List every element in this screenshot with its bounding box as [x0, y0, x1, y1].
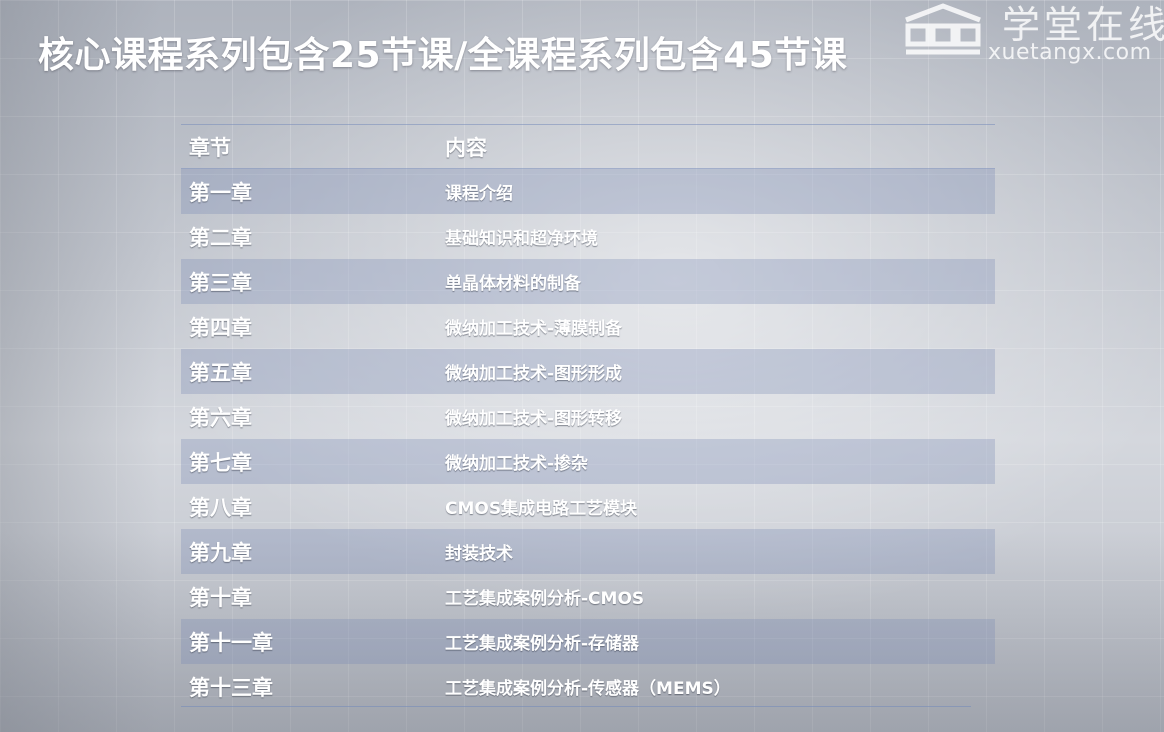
table-row: 第四章 微纳加工技术-薄膜制备 [181, 304, 995, 349]
content-cell: 工艺集成案例分析-存储器 [445, 634, 640, 654]
table-row: 第十章 工艺集成案例分析-CMOS [181, 574, 995, 619]
content-cell: CMOS集成电路工艺模块 [445, 499, 638, 519]
chapter-cell: 第十一章 [189, 630, 273, 655]
table-row: 第一章 课程介绍 [181, 169, 995, 214]
chapter-cell: 第六章 [189, 405, 252, 430]
xuetangx-logo-icon [905, 3, 981, 55]
table-bottom-line [181, 706, 971, 707]
chapter-cell: 第七章 [189, 450, 252, 475]
content-cell: 基础知识和超净环境 [445, 229, 598, 249]
table-body: 第一章 课程介绍 第二章 基础知识和超净环境 第三章 单晶体材料的制备 第四章 微纳加工技术-… [181, 169, 995, 709]
content-cell: 封装技术 [445, 544, 513, 564]
table-row: 第六章 微纳加工技术-图形转移 [181, 394, 995, 439]
chapter-cell: 第五章 [189, 360, 252, 385]
slide-title: 核心课程系列包含25节课/全课程系列包含45节课 [38, 35, 848, 76]
table-row: 第十一章 工艺集成案例分析-存储器 [181, 619, 995, 664]
content-cell: 微纳加工技术-图形转移 [445, 409, 623, 429]
watermark-url: xuetangx.com [988, 40, 1152, 65]
chapter-cell: 第八章 [189, 495, 252, 520]
content-cell: 工艺集成案例分析-传感器（MEMS） [445, 679, 731, 699]
chapter-cell: 第三章 [189, 270, 252, 295]
chapter-cell: 第九章 [189, 540, 252, 565]
table-row: 第三章 单晶体材料的制备 [181, 259, 995, 304]
chapter-table: 章节 内容 第一章 课程介绍 第二章 基础知识和超净环境 第三章 单晶体材料的制备 第四章微… [181, 124, 995, 709]
content-cell: 微纳加工技术-图形形成 [445, 364, 623, 384]
chapter-cell: 第一章 [189, 180, 252, 205]
table-row: 第十三章 工艺集成案例分析-传感器（MEMS） [181, 664, 995, 709]
table-row: 第五章 微纳加工技术-图形形成 [181, 349, 995, 394]
content-cell: 微纳加工技术-掺杂 [445, 454, 589, 474]
content-cell: 单晶体材料的制备 [445, 274, 581, 294]
background-shade-left [0, 0, 160, 732]
chapter-cell: 第十三章 [189, 675, 273, 700]
chapter-cell: 第二章 [189, 225, 252, 250]
content-cell: 微纳加工技术-薄膜制备 [445, 319, 623, 339]
column-header-chapter: 章节 [189, 136, 231, 160]
chapter-cell: 第十章 [189, 585, 252, 610]
table-row: 第九章 封装技术 [181, 529, 995, 574]
table-header-row: 章节 内容 [181, 125, 995, 169]
column-header-content: 内容 [445, 136, 487, 160]
table-row: 第二章 基础知识和超净环境 [181, 214, 995, 259]
table-row: 第八章 CMOS集成电路工艺模块 [181, 484, 995, 529]
content-cell: 工艺集成案例分析-CMOS [445, 589, 645, 609]
table-row: 第七章 微纳加工技术-掺杂 [181, 439, 995, 484]
content-cell: 课程介绍 [445, 184, 513, 204]
watermark: 学堂在线 xuetangx.com [900, 0, 1164, 76]
chapter-cell: 第四章 [189, 315, 252, 340]
